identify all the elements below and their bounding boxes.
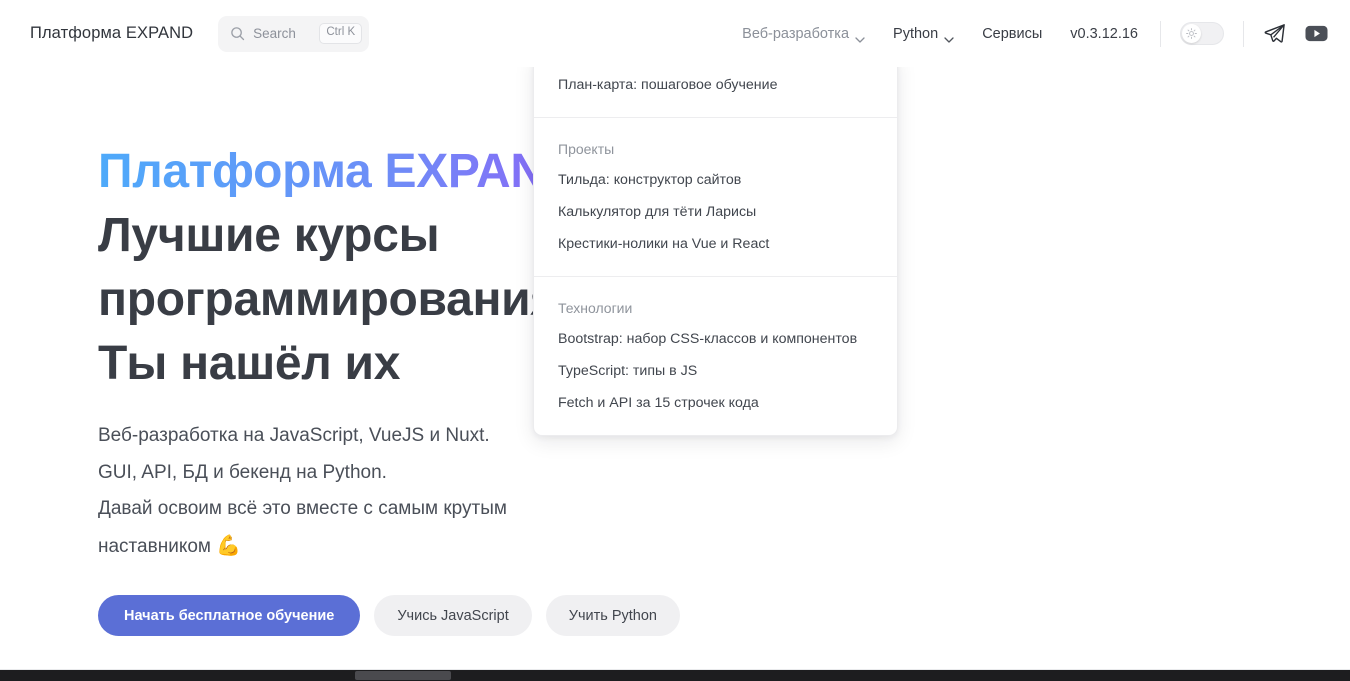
brand-title[interactable]: Платформа EXPAND [30,24,193,43]
dropdown-item-tictactoe[interactable]: Крестики-нолики на Vue и React [534,228,897,260]
nav-item-label: Python [893,25,939,42]
dropdown-item-calculator[interactable]: Калькулятор для тёти Ларисы [534,196,897,228]
hero-cta-group: Начать бесплатное обучение Учись JavaScr… [98,595,998,636]
theme-toggle-switch[interactable] [1180,22,1224,45]
chevron-down-icon [944,31,954,43]
version-label: v0.3.12.16 [1070,25,1138,42]
hero-subtitle-line-4: наставником 💪 [98,528,718,566]
dropdown-heading-technologies: Технологии [558,300,633,316]
youtube-icon[interactable] [1305,25,1328,42]
dropdown-section-technologies: Технологии Bootstrap: набор CSS-классов … [534,276,897,435]
nav-item-python[interactable]: Python [893,25,954,43]
nav-item-web-development[interactable]: Веб-разработка [742,25,865,43]
header-nav: Веб-разработка Python Сервисы v0.3.12.16 [742,0,1328,67]
dropdown-section-projects: Проекты Тильда: конструктор сайтов Кальк… [534,117,897,276]
search-input[interactable]: Search Ctrl K [218,15,370,52]
telegram-icon[interactable] [1263,22,1286,45]
chevron-down-icon [855,31,865,43]
search-shortcut-badge: Ctrl K [319,23,363,44]
horizontal-scrollbar-thumb[interactable] [355,671,451,680]
search-placeholder: Search [253,26,296,41]
nav-item-services[interactable]: Сервисы [982,26,1042,42]
web-development-dropdown-menu: План-карта: пошаговое обучение Проекты Т… [533,52,898,436]
hero-subtitle-line-2: GUI, API, БД и бекенд на Python. [98,461,387,483]
sun-icon [1182,24,1201,43]
nav-item-label: Сервисы [982,25,1043,42]
dropdown-item-tilda[interactable]: Тильда: конструктор сайтов [534,164,897,196]
hero-subtitle-line-4-text: наставником [98,535,211,557]
site-header: Платформа EXPAND Search Ctrl K Веб-разра… [0,0,1350,67]
hero-subtitle: Веб-разработка на JavaScript, VueJS и Nu… [98,418,718,565]
flexed-biceps-emoji: 💪 [216,534,242,557]
search-icon [230,26,245,41]
learn-python-button[interactable]: Учить Python [545,595,680,636]
dropdown-heading-projects: Проекты [558,141,615,157]
horizontal-scrollbar[interactable] [0,670,1350,681]
dropdown-item-roadmap[interactable]: План-карта: пошаговое обучение [534,69,897,101]
header-divider [1160,20,1161,47]
start-free-learning-button[interactable]: Начать бесплатное обучение [98,595,361,636]
dropdown-item-fetch-api[interactable]: Fetch и API за 15 строчек кода [534,387,897,419]
learn-javascript-button[interactable]: Учись JavaScript [374,595,532,636]
nav-item-label: Веб-разработка [742,25,850,42]
header-divider [1243,20,1244,47]
dropdown-item-typescript[interactable]: TypeScript: типы в JS [534,355,897,387]
hero-subtitle-line-3: Давай освоим всё это вместе с самым крут… [98,498,507,519]
dropdown-item-bootstrap[interactable]: Bootstrap: набор CSS-классов и компонент… [534,323,897,355]
page-root: Платформа EXPAND Search Ctrl K Веб-разра… [0,0,1350,681]
